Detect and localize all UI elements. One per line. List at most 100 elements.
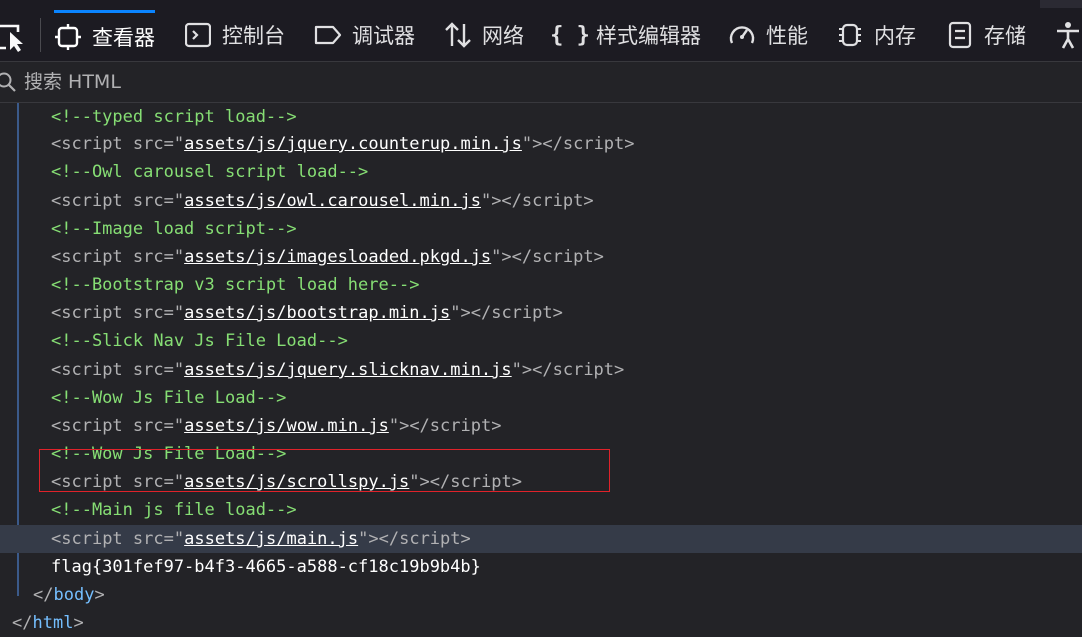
closing-tag-name: script — [521, 191, 584, 211]
tab-performance[interactable]: 性能 — [728, 10, 808, 60]
comment-node[interactable]: <!--Main js file load--> — [0, 496, 1082, 524]
comment-text: <!--Wow Js File Load--> — [51, 388, 287, 408]
tag-end-bracket: > — [73, 613, 84, 633]
tag-open-bracket: </ — [12, 613, 33, 633]
debugger-icon — [314, 21, 342, 49]
search-html-input[interactable] — [22, 70, 626, 94]
tab-storage-label: 存储 — [984, 24, 1026, 48]
element-picker-icon — [0, 24, 23, 52]
attr-equals: =" — [163, 134, 185, 154]
performance-icon — [728, 21, 756, 49]
attr-name: src — [132, 303, 164, 323]
tag-end-bracket: > — [552, 303, 563, 323]
tag-end-bracket: > — [583, 191, 594, 211]
closing-tag-name: html — [32, 613, 74, 633]
attr-equals: =" — [163, 247, 185, 267]
comment-node[interactable]: <!--typed script load--> — [0, 103, 1082, 131]
comment-text: <!--Main js file load--> — [51, 500, 297, 520]
html-search-bar — [0, 62, 1082, 103]
comment-text: <!--Owl carousel script load--> — [51, 162, 369, 182]
devtools-toolbar: 查看器 控制台 调试器 网络 { } 样式编辑器 性能 内存 存储 — [0, 0, 1082, 62]
tab-inspector-label: 查看器 — [92, 25, 155, 50]
attr-name: src — [132, 529, 164, 549]
tag-name: script — [61, 303, 123, 323]
closing-tag-name: script — [532, 247, 594, 267]
console-icon — [184, 21, 212, 49]
attr-equals: =" — [163, 360, 185, 380]
tab-console[interactable]: 控制台 — [184, 10, 285, 60]
attr-name: src — [132, 360, 164, 380]
comment-node[interactable]: <!--Owl carousel script load--> — [0, 158, 1082, 186]
tag-name: script — [61, 134, 123, 154]
script-node[interactable]: <script src="assets/js/jquery.counterup.… — [0, 130, 1082, 158]
script-node[interactable]: <script src="assets/js/main.js"></script… — [0, 525, 1082, 553]
tag-open-bracket: </ — [33, 585, 54, 605]
window-edge — [1040, 0, 1082, 8]
tag-name: script — [61, 416, 123, 436]
closing-tag-name: script — [399, 529, 461, 549]
tag-close-bracket: ></ — [491, 191, 522, 211]
script-src-link[interactable]: assets/js/owl.carousel.min.js — [184, 191, 481, 211]
tag-end-bracket: > — [94, 585, 105, 605]
tab-storage[interactable]: 存储 — [946, 10, 1026, 60]
tag-end-bracket: > — [593, 247, 604, 267]
tag-close-bracket: ></ — [532, 134, 563, 154]
comment-text: <!--typed script load--> — [51, 107, 297, 127]
tag-open-bracket: < — [51, 529, 62, 549]
script-src-link[interactable]: assets/js/wow.min.js — [184, 416, 389, 436]
tag-close-bracket: ></ — [521, 360, 553, 380]
script-node[interactable]: <script src="assets/js/jquery.slicknav.m… — [0, 356, 1082, 384]
tag-close-bracket: ></ — [460, 303, 492, 323]
attr-name: src — [132, 134, 164, 154]
tab-console-label: 控制台 — [222, 24, 285, 48]
closing-tag-name: script — [491, 303, 553, 323]
tab-inspector[interactable]: 查看器 — [54, 10, 155, 60]
search-icon — [0, 72, 16, 92]
script-src-link[interactable]: assets/js/bootstrap.min.js — [184, 303, 450, 323]
comment-text: <!--Image load script--> — [51, 219, 297, 239]
script-node[interactable]: <script src="assets/js/bootstrap.min.js"… — [0, 299, 1082, 327]
tag-name: script — [61, 247, 123, 267]
closing-tag-body[interactable]: </body> — [0, 581, 1082, 609]
comment-node[interactable]: <!--Bootstrap v3 script load here--> — [0, 271, 1082, 299]
script-node[interactable]: <script src="assets/js/owl.carousel.min.… — [0, 187, 1082, 215]
tag-name: script — [61, 191, 123, 211]
tab-style-editor[interactable]: { } 样式编辑器 — [550, 10, 701, 60]
script-src-link[interactable]: assets/js/main.js — [184, 529, 358, 549]
closing-tag-html[interactable]: </html> — [0, 609, 1082, 637]
tag-close-bracket: ></ — [368, 529, 400, 549]
script-src-link[interactable]: assets/js/jquery.slicknav.min.js — [184, 360, 512, 380]
attr-name: src — [132, 416, 164, 436]
closing-tag-name: script — [429, 416, 492, 436]
text-node[interactable]: flag{301fef97-b4f3-4665-a588-cf18c19b9b4… — [0, 553, 1082, 581]
tab-debugger-label: 调试器 — [352, 24, 415, 48]
element-picker-button[interactable] — [0, 18, 32, 58]
network-icon — [444, 21, 472, 49]
tag-open-bracket: < — [51, 134, 62, 154]
tag-open-bracket: < — [51, 247, 62, 267]
toolbar-separator — [40, 18, 41, 52]
tab-network[interactable]: 网络 — [444, 10, 524, 60]
script-src-link[interactable]: assets/js/jquery.counterup.min.js — [184, 134, 522, 154]
comment-node[interactable]: <!--Wow Js File Load--> — [0, 384, 1082, 412]
tab-accessibility[interactable] — [1054, 10, 1082, 60]
script-src-link[interactable]: assets/js/imagesloaded.pkgd.js — [184, 247, 491, 267]
tab-debugger[interactable]: 调试器 — [314, 10, 415, 60]
script-node[interactable]: <script src="assets/js/imagesloaded.pkgd… — [0, 243, 1082, 271]
attr-close-quote: " — [480, 191, 492, 211]
comment-node[interactable]: <!--Image load script--> — [0, 215, 1082, 243]
script-node[interactable]: <script src="assets/js/wow.min.js"></scr… — [0, 412, 1082, 440]
flag-highlight-box — [39, 449, 610, 492]
memory-icon — [836, 21, 864, 49]
comment-node[interactable]: <!--Slick Nav Js File Load--> — [0, 327, 1082, 355]
markup-tree: <!--typed script load--> <script src="ass… — [0, 103, 1082, 633]
tab-memory-label: 内存 — [874, 24, 916, 48]
tab-style-editor-label: 样式编辑器 — [596, 24, 701, 48]
tab-memory[interactable]: 内存 — [836, 10, 916, 60]
